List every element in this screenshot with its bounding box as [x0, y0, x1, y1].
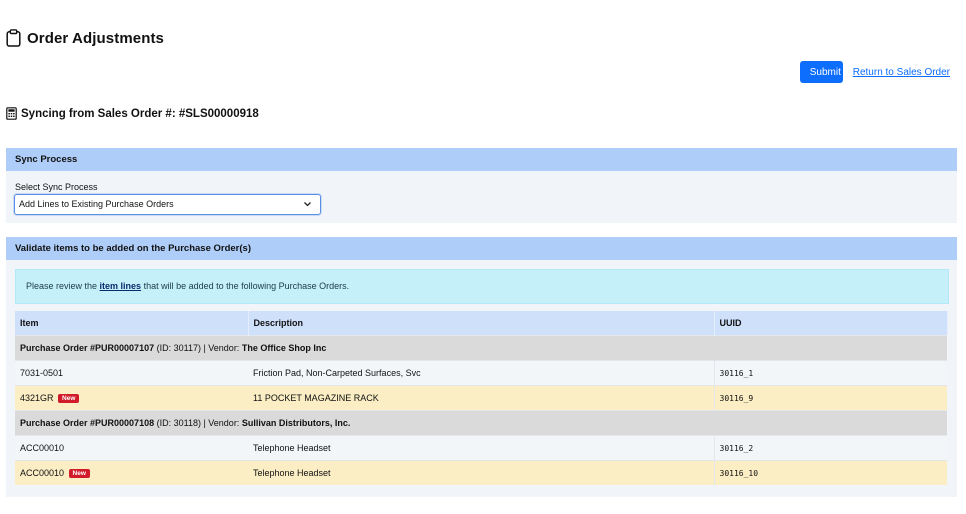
description-cell: Friction Pad, Non-Carpeted Surfaces, Svc: [248, 360, 714, 386]
item-cell: 4321GR New: [15, 385, 248, 411]
sync-process-panel: Sync Process Select Sync Process Add Lin…: [6, 148, 957, 223]
table-row: 7031-0501 Friction Pad, Non-Carpeted Sur…: [15, 360, 947, 386]
purchase-order-id-text: (ID: 30118) | Vendor:: [154, 418, 242, 428]
table-row-new: ACC00010 New Telephone Headset 30116_10: [15, 460, 947, 485]
select-sync-process-label: Select Sync Process: [15, 182, 98, 192]
column-header-uuid: UUID: [714, 311, 948, 336]
submit-button[interactable]: Submit: [799, 61, 843, 83]
items-table: Item Description UUID Purchase Order #PU…: [15, 311, 948, 485]
sync-process-header: Sync Process: [6, 148, 957, 171]
uuid-cell: 30116_1: [713, 360, 947, 386]
description-cell: Telephone Headset: [248, 460, 714, 485]
info-alert: Please review the item lines that will b…: [15, 269, 949, 304]
item-cell: 7031-0501: [15, 360, 248, 386]
sync-process-select[interactable]: Add Lines to Existing Purchase Orders: [14, 194, 321, 215]
purchase-order-number: Purchase Order #PUR00007108: [20, 418, 155, 428]
info-text-prefix: Please review the: [26, 281, 100, 291]
description-cell: Telephone Headset: [248, 435, 714, 461]
column-header-description: Description: [248, 311, 715, 336]
purchase-order-group-row: Purchase Order #PUR00007108 (ID: 30118) …: [15, 410, 947, 436]
description-cell: 11 POCKET MAGAZINE RACK: [248, 385, 714, 411]
new-badge: New: [58, 394, 80, 403]
item-code: ACC00010: [20, 468, 65, 478]
vendor-name: Sullivan Distributors, Inc.: [241, 418, 351, 428]
chevron-down-icon: [303, 195, 312, 221]
item-cell: ACC00010 New: [15, 460, 248, 485]
info-text-suffix: that will be added to the following Purc…: [141, 281, 350, 291]
page-title-text: Order Adjustments: [27, 29, 165, 47]
item-code: 4321GR: [20, 393, 54, 403]
return-to-sales-order-link[interactable]: Return to Sales Order: [853, 67, 950, 78]
column-header-item: Item: [15, 311, 249, 336]
purchase-order-id-text: (ID: 30117) | Vendor:: [154, 343, 242, 353]
table-header-row: Item Description UUID: [15, 311, 948, 336]
page-title: Order Adjustments: [6, 29, 164, 47]
uuid-cell: 30116_2: [713, 435, 947, 461]
validate-items-panel: Validate items to be added on the Purcha…: [6, 237, 957, 497]
sync-heading-text: Syncing from Sales Order #: #SLS00000918: [21, 107, 259, 120]
table-row-new: 4321GR New 11 POCKET MAGAZINE RACK 30116…: [15, 385, 947, 411]
item-lines-link[interactable]: item lines: [100, 281, 142, 291]
sync-process-select-value: Add Lines to Existing Purchase Orders: [19, 199, 174, 209]
sync-heading: Syncing from Sales Order #: #SLS00000918: [6, 107, 259, 120]
vendor-name: The Office Shop Inc: [241, 343, 327, 353]
uuid-cell: 30116_9: [713, 385, 947, 411]
top-actions: Submit Return to Sales Order: [799, 61, 950, 83]
new-badge: New: [68, 469, 90, 478]
purchase-order-number: Purchase Order #PUR00007107: [20, 343, 155, 353]
clipboard-icon: [6, 29, 21, 47]
uuid-cell: 30116_10: [713, 460, 947, 485]
item-cell: ACC00010: [15, 435, 248, 461]
table-row: ACC00010 Telephone Headset 30116_2: [15, 435, 947, 461]
calculator-icon: [6, 107, 17, 120]
purchase-order-group-row: Purchase Order #PUR00007107 (ID: 30117) …: [15, 335, 947, 361]
validate-items-header: Validate items to be added on the Purcha…: [6, 237, 957, 260]
